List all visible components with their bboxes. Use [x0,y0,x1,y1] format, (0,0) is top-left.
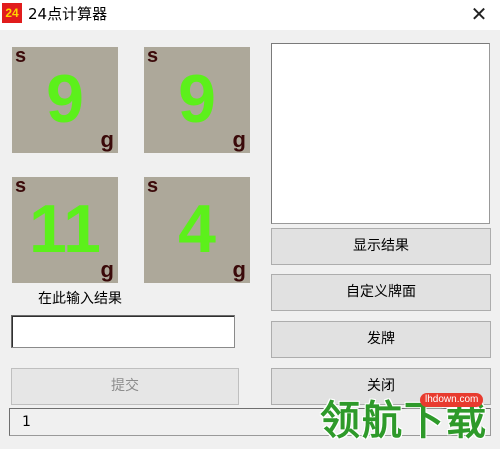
card-2: s 9 g [144,47,250,153]
watermark: 领航下载 lhdown.com [318,393,500,449]
watermark-badge: lhdown.com [420,393,484,407]
card-1-bottom-corner: g [100,127,114,152]
title-bar: 24 24点计算器 ✕ [0,0,500,30]
app-icon: 24 [2,3,22,23]
deal-button[interactable]: 发牌 [271,321,491,358]
result-input-label: 在此输入结果 [38,291,122,307]
show-result-button[interactable]: 显示结果 [271,228,491,265]
result-input[interactable] [11,315,235,348]
status-text: 1 [22,414,31,430]
result-display-area [271,43,490,224]
card-1: s 9 g [12,47,118,153]
card-4: s 4 g [144,177,250,283]
card-3-bottom-corner: g [100,257,114,282]
card-4-value: 4 [178,191,216,267]
card-3-value: 11 [29,191,101,267]
card-3: s 11 g [12,177,118,283]
window-close-button[interactable]: ✕ [466,2,492,26]
submit-button[interactable]: 提交 [11,368,239,405]
card-2-bottom-corner: g [232,127,246,152]
card-4-bottom-corner: g [232,257,246,282]
custom-cards-button[interactable]: 自定义牌面 [271,274,491,311]
card-2-value: 9 [178,61,216,137]
window-title: 24点计算器 [28,5,108,23]
card-1-value: 9 [46,61,84,137]
